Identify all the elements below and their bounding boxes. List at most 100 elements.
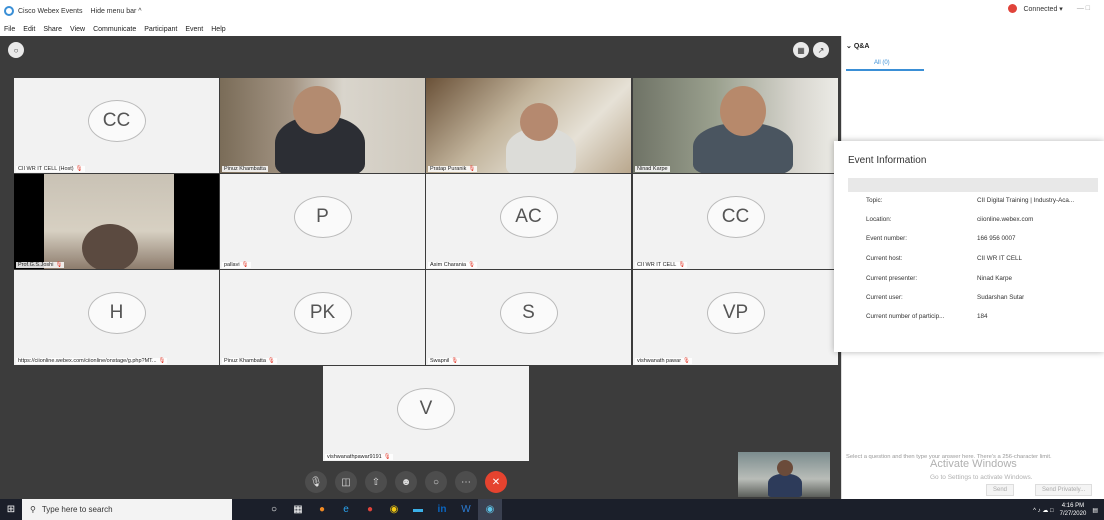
mic-muted-icon: 🎙 — [383, 454, 391, 460]
end-call-icon[interactable]: ✕ — [485, 471, 507, 493]
video-tile[interactable]: Prof.G.S.Joshi 🎙 — [14, 174, 219, 269]
video-tile[interactable]: Pratap Puranik 🎙 — [426, 78, 631, 173]
video-tile[interactable]: CC CII WR IT CELL (Host) 🎙 — [14, 78, 219, 173]
menu-event[interactable]: Event — [185, 26, 203, 33]
meeting-controls: 🎙 ◫ ⇧ ☻ ○ ⋯ ✕ — [305, 470, 507, 494]
menu-communicate[interactable]: Communicate — [93, 26, 136, 33]
avatar: VP — [706, 291, 765, 334]
mic-muted-icon: 🎙 — [55, 262, 63, 268]
video-tile[interactable]: CC CII WR IT CELL 🎙 — [633, 174, 838, 269]
word-icon[interactable]: W — [454, 499, 478, 520]
participant-name: CII WR IT CELL 🎙 — [635, 262, 688, 268]
participant-name: Ninad Karpe — [635, 166, 670, 172]
notification-icon[interactable]: ▤ — [1092, 507, 1098, 514]
send-privately-button[interactable]: Send Privately... — [1035, 484, 1093, 496]
menu-edit[interactable]: Edit — [23, 26, 35, 33]
edge-icon[interactable]: e — [334, 499, 358, 520]
info-row: Current presenter: Ninad Karpe — [866, 275, 1013, 282]
menu-file[interactable]: File — [4, 26, 15, 33]
video-tile-active-speaker[interactable]: Ninad Karpe — [633, 78, 838, 173]
alert-icon[interactable] — [1008, 4, 1018, 13]
more-icon[interactable]: ⋯ — [455, 471, 477, 493]
chat-icon[interactable]: ○ — [425, 471, 447, 493]
avatar: CC — [87, 99, 146, 142]
video-tile[interactable]: V vishwanathpawar9191 🎙 — [323, 366, 529, 461]
webex-taskbar-icon[interactable]: ◉ — [478, 499, 502, 520]
participant-name: Asim Charania 🎙 — [428, 262, 478, 268]
windows-activation-watermark: Activate Windows Go to Settings to activ… — [930, 458, 1033, 481]
avatar: S — [499, 291, 558, 334]
video-tile[interactable]: Pinuz Khambatta — [220, 78, 425, 173]
task-view-icon[interactable]: ▦ — [286, 499, 310, 520]
search-icon: ⚲ — [30, 505, 36, 514]
video-tile[interactable]: PK Pinuz Khambatta 🎙 — [220, 270, 425, 365]
cortana-icon[interactable]: ○ — [262, 499, 286, 520]
title-bar: Cisco Webex Events Hide menu bar ^ Conne… — [0, 0, 1104, 22]
tab-all[interactable]: All (0) — [846, 58, 924, 71]
info-row: Location: ciionline.webex.com — [866, 216, 1034, 223]
event-info-title: Event Information — [848, 155, 927, 166]
system-tray: ^ ♪ ☁ □ 4:16 PM 7/27/2020 ▤ — [1033, 502, 1098, 518]
participant-name: Pinuz Khambatta — [222, 166, 268, 172]
video-tile[interactable]: S Swapnil 🎙 — [426, 270, 631, 365]
event-info-popup: Event Information Topic: CII Digital Trai… — [834, 141, 1104, 352]
layout-grid-icon[interactable]: ▦ — [793, 42, 809, 58]
participant-video — [633, 78, 838, 173]
app-title: Cisco Webex Events — [18, 7, 83, 15]
info-icon[interactable]: ○ — [8, 42, 24, 58]
hide-menu-button[interactable]: Hide menu bar ^ — [90, 8, 141, 15]
webex-logo-icon — [4, 6, 14, 16]
participant-name: https://ciionline.webex.com/ciionline/on… — [16, 358, 168, 364]
participant-name: pallavi 🎙 — [222, 262, 251, 268]
mic-muted-icon: 🎙 — [267, 358, 275, 364]
file-explorer-icon[interactable]: ▬ — [406, 499, 430, 520]
mute-icon[interactable]: 🎙 — [305, 471, 327, 493]
menu-help[interactable]: Help — [211, 26, 225, 33]
window-controls[interactable]: — □ — [1077, 5, 1090, 12]
taskbar-search[interactable]: ⚲ Type here to search — [22, 499, 232, 520]
video-stage: ○ ▦ ↗ CC CII WR IT CELL (Host) 🎙 Pinuz Kh… — [0, 36, 841, 499]
menu-bar: File Edit Share View Communicate Partici… — [0, 22, 1104, 36]
participant-name: Pinuz Khambatta 🎙 — [222, 358, 277, 364]
firefox-icon[interactable]: ● — [310, 499, 334, 520]
mic-muted-icon: 🎙 — [683, 358, 691, 364]
menu-view[interactable]: View — [70, 26, 85, 33]
divider — [848, 178, 1098, 192]
participant-name: vishwanath pawar 🎙 — [635, 358, 693, 364]
app-red-icon[interactable]: ● — [358, 499, 382, 520]
self-view-video[interactable] — [738, 452, 830, 497]
windows-taskbar: ⊞ ⚲ Type here to search ○ ▦ ● e ● ◉ ▬ in … — [0, 499, 1104, 520]
qa-header[interactable]: ⌄ Q&A — [846, 42, 869, 50]
tray-icons[interactable]: ^ ♪ ☁ □ — [1033, 507, 1053, 514]
video-tile[interactable]: P pallavi 🎙 — [220, 174, 425, 269]
avatar: AC — [499, 195, 558, 238]
clock[interactable]: 4:16 PM 7/27/2020 — [1060, 502, 1087, 518]
video-tile[interactable]: VP vishwanath pawar 🎙 — [633, 270, 838, 365]
mic-muted-icon: 🎙 — [678, 262, 686, 268]
mic-muted-icon: 🎙 — [451, 358, 459, 364]
info-row: Event number: 166 956 0007 — [866, 235, 1016, 242]
participants-icon[interactable]: ☻ — [395, 471, 417, 493]
participant-video — [14, 174, 219, 269]
windows-start-icon[interactable]: ⊞ — [0, 499, 22, 520]
participant-video — [426, 78, 631, 173]
participant-name: vishwanathpawar9191 🎙 — [325, 454, 393, 460]
info-row: Current host: CII WR IT CELL — [866, 255, 1023, 262]
info-row: Topic: CII Digital Training | Industry-Ac… — [866, 197, 1075, 204]
send-button[interactable]: Send — [986, 484, 1015, 496]
avatar: H — [87, 291, 146, 334]
menu-share[interactable]: Share — [43, 26, 62, 33]
video-tile[interactable]: AC Asim Charania 🎙 — [426, 174, 631, 269]
mic-muted-icon: 🎙 — [241, 262, 249, 268]
share-icon[interactable]: ⇧ — [365, 471, 387, 493]
chrome-icon[interactable]: ◉ — [382, 499, 406, 520]
connection-status[interactable]: Connected ▾ — [1023, 5, 1062, 13]
avatar: P — [293, 195, 352, 238]
menu-participant[interactable]: Participant — [144, 26, 177, 33]
mic-muted-icon: 🎙 — [468, 166, 476, 172]
linkedin-icon[interactable]: in — [430, 499, 454, 520]
video-tile[interactable]: H https://ciionline.webex.com/ciionline/… — [14, 270, 219, 365]
video-off-icon[interactable]: ◫ — [335, 471, 357, 493]
info-row: Current number of particip... 184 — [866, 313, 988, 320]
fullscreen-icon[interactable]: ↗ — [813, 42, 829, 58]
